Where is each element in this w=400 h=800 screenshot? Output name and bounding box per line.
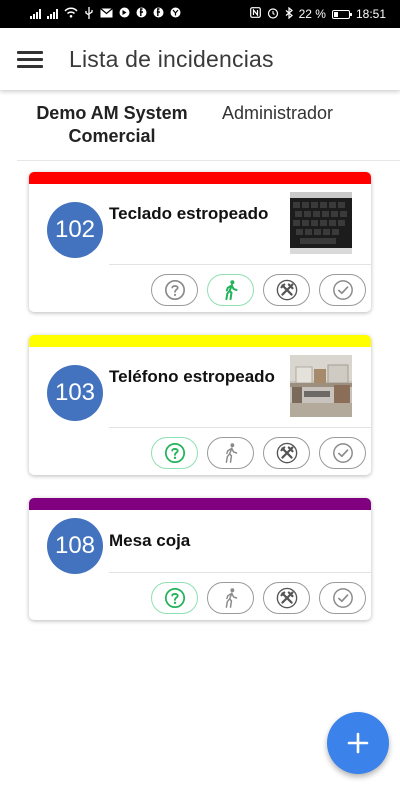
wifi-icon [64, 7, 78, 21]
status-bar: 22 % 18:51 [0, 0, 400, 28]
nfc-icon [249, 7, 261, 21]
usb-icon [84, 6, 94, 22]
incident-title: Teléfono estropeado [109, 367, 275, 386]
notification-icon [153, 7, 164, 21]
status-repair-button[interactable] [263, 437, 310, 469]
notification-icon [136, 7, 147, 21]
card-separator [109, 264, 371, 265]
notification-icon [170, 7, 181, 21]
status-in-progress-button[interactable] [207, 437, 254, 469]
battery-icon [331, 9, 352, 19]
status-pending-button[interactable] [151, 582, 198, 614]
add-incident-button[interactable] [327, 712, 389, 774]
battery-percent: 22 % [298, 7, 326, 21]
user-info-header: Demo AM System Comercial Administrador [0, 100, 400, 160]
status-resolved-button[interactable] [319, 274, 366, 306]
incident-photo[interactable] [290, 355, 352, 417]
incident-card[interactable]: 108 Mesa coja [29, 498, 371, 620]
status-resolved-button[interactable] [319, 437, 366, 469]
status-resolved-button[interactable] [319, 582, 366, 614]
incident-photo[interactable] [290, 192, 352, 254]
card-separator [109, 427, 371, 428]
check-circle-icon [332, 443, 353, 463]
company-name: Demo AM System Comercial [36, 103, 188, 146]
tools-icon [276, 279, 297, 301]
walking-person-icon [225, 588, 237, 608]
clock: 18:51 [355, 7, 386, 21]
plus-icon [347, 732, 369, 754]
hamburger-menu-icon[interactable] [17, 49, 45, 69]
status-bar-left [30, 6, 181, 22]
status-bar-right: 22 % 18:51 [249, 6, 386, 22]
tools-icon [276, 442, 297, 464]
incident-card[interactable]: 103 Teléfono estropeado [29, 335, 371, 475]
status-pending-button[interactable] [151, 274, 198, 306]
incident-title: Teclado estropeado [109, 204, 269, 223]
signal-icon [47, 9, 58, 19]
check-circle-icon [332, 588, 353, 608]
mail-icon [100, 7, 113, 21]
signal-icon [30, 9, 41, 19]
question-icon [164, 587, 185, 609]
card-separator [109, 572, 371, 573]
incident-number-badge: 102 [47, 202, 103, 258]
bluetooth-icon [285, 6, 293, 22]
incident-actions [151, 582, 366, 614]
alarm-icon [267, 7, 279, 22]
page-title: Lista de incidencias [69, 45, 274, 72]
check-circle-icon [332, 280, 353, 300]
question-icon [164, 442, 185, 464]
incident-title: Mesa coja [109, 531, 191, 550]
tools-icon [276, 587, 297, 609]
incident-actions [151, 274, 366, 306]
keyboard-photo [290, 192, 352, 254]
walking-person-icon [225, 443, 237, 463]
priority-strip [29, 335, 371, 347]
status-repair-button[interactable] [263, 582, 310, 614]
incident-actions [151, 437, 366, 469]
app-bar: Lista de incidencias [0, 28, 400, 90]
status-pending-button[interactable] [151, 437, 198, 469]
office-photo [290, 355, 352, 417]
incident-number-badge: 103 [47, 365, 103, 421]
status-repair-button[interactable] [263, 274, 310, 306]
priority-strip [29, 498, 371, 510]
status-in-progress-button[interactable] [207, 274, 254, 306]
header-divider [17, 160, 400, 161]
incident-card[interactable]: 102 Teclado estropeado [29, 172, 371, 312]
priority-strip [29, 172, 371, 184]
question-icon [164, 280, 185, 300]
walking-person-icon [224, 280, 238, 301]
user-role: Administrador [222, 103, 334, 123]
status-in-progress-button[interactable] [207, 582, 254, 614]
notification-icon [119, 7, 130, 21]
incident-number-badge: 108 [47, 518, 103, 574]
